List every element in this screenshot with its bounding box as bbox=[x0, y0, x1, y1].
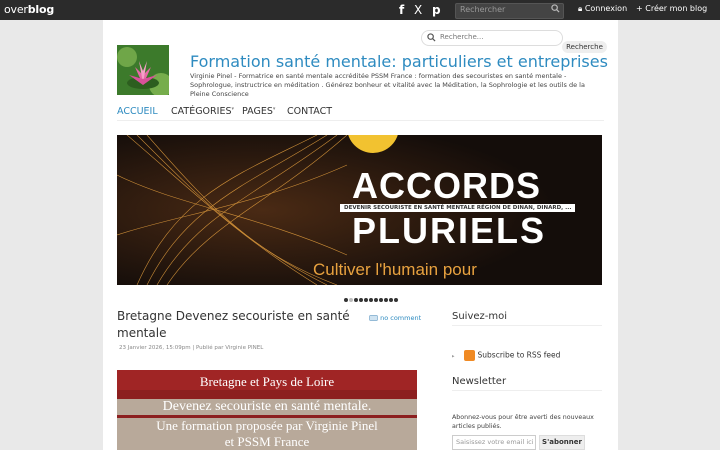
slider-dot[interactable] bbox=[359, 298, 363, 302]
slider-dot[interactable] bbox=[364, 298, 368, 302]
slide-title-line2: PLURIELS bbox=[352, 210, 547, 251]
slide-caption[interactable]: DEVENIR SECOURISTE EN SANTÉ MENTALE RÉGI… bbox=[340, 204, 576, 212]
search-icon bbox=[427, 33, 436, 42]
divider bbox=[452, 390, 602, 391]
nav-item-contact[interactable]: CONTACT bbox=[287, 106, 332, 117]
featured-slider[interactable]: ACCORDS PLURIELS DEVENIR SECOURISTE EN S… bbox=[117, 135, 602, 285]
comment-icon bbox=[369, 314, 378, 321]
post-image-line-1: Bretagne et Pays de Loire bbox=[199, 374, 335, 389]
blog-title[interactable]: Formation santé mentale: particuliers et… bbox=[190, 52, 608, 71]
slider-dot[interactable] bbox=[344, 298, 348, 302]
newsletter-description: Abonnez-vous pour être averti des nouvea… bbox=[452, 414, 594, 430]
slider-pagination bbox=[344, 287, 399, 302]
blog-search-input[interactable]: Recherche... bbox=[421, 30, 563, 46]
facebook-icon[interactable]: f bbox=[399, 3, 404, 17]
rss-subscribe-link[interactable]: ▸ Subscribe to RSS feed bbox=[452, 350, 560, 361]
subscribe-button[interactable]: S'abonner bbox=[539, 435, 585, 450]
overblog-topbar: overblog f X p Rechercher 🔒︎ Connexion +… bbox=[0, 0, 720, 20]
divider bbox=[452, 325, 602, 326]
newsletter-title: Newsletter bbox=[452, 376, 507, 387]
slider-dot[interactable] bbox=[374, 298, 378, 302]
post-image-line-3: Une formation proposée par Virginie Pine… bbox=[117, 418, 417, 434]
post-title[interactable]: Bretagne Devenez secouriste en santé men… bbox=[117, 308, 357, 342]
lock-icon: 🔒︎ bbox=[578, 4, 583, 13]
plus-icon: + bbox=[636, 4, 643, 13]
nav-item-accueil[interactable]: ACCUEIL bbox=[117, 106, 158, 117]
create-blog-link[interactable]: + Créer mon blog bbox=[636, 4, 707, 13]
main-nav: ACCUEIL CATÉGORIES▾ PAGES▾ CONTACT bbox=[117, 106, 604, 121]
nav-item-pages[interactable]: PAGES▾ bbox=[242, 106, 275, 117]
slider-dot[interactable] bbox=[384, 298, 388, 302]
overblog-search-input[interactable]: Rechercher bbox=[455, 3, 564, 19]
slider-dot[interactable] bbox=[349, 298, 353, 302]
pinterest-icon[interactable]: p bbox=[432, 3, 441, 17]
post-image-line-4: et PSSM France bbox=[117, 434, 417, 450]
slider-dot[interactable] bbox=[369, 298, 373, 302]
x-icon[interactable]: X bbox=[414, 3, 422, 17]
bullet-icon: ▸ bbox=[452, 353, 455, 360]
comment-link[interactable]: no comment bbox=[369, 314, 421, 322]
post-meta: 23 Janvier 2026, 15:09pm | Publié par Vi… bbox=[119, 345, 264, 351]
blog-logo[interactable] bbox=[117, 45, 169, 95]
post-image-line-2: Devenez secouriste en santé mentale. bbox=[117, 399, 417, 415]
rss-icon bbox=[463, 350, 475, 361]
follow-title: Suivez-moi bbox=[452, 311, 508, 322]
slider-dot[interactable] bbox=[389, 298, 393, 302]
post-image[interactable]: Bretagne et Pays de Loire Devenez secour… bbox=[117, 370, 417, 450]
submenu-caret-icon: ▾ bbox=[272, 106, 276, 112]
newsletter-email-input[interactable]: Saisissez votre email ici bbox=[452, 435, 536, 450]
nav-item-categories[interactable]: CATÉGORIES▾ bbox=[171, 106, 234, 117]
blog-description: Virginie Pinel - Formatrice en santé men… bbox=[190, 72, 585, 98]
slide-title-line1: ACCORDS bbox=[352, 165, 542, 206]
search-icon[interactable] bbox=[551, 4, 560, 13]
slider-dot[interactable] bbox=[394, 298, 398, 302]
slide-subtitle: Cultiver l'humain pour bbox=[313, 260, 477, 279]
overblog-logo[interactable]: overblog bbox=[4, 3, 54, 16]
slider-dot[interactable] bbox=[379, 298, 383, 302]
login-link[interactable]: 🔒︎ Connexion bbox=[578, 4, 627, 14]
submenu-caret-icon: ▾ bbox=[231, 106, 234, 112]
slider-dot[interactable] bbox=[354, 298, 358, 302]
blog-page: Recherche... Recherche Formation santé m… bbox=[103, 20, 618, 450]
